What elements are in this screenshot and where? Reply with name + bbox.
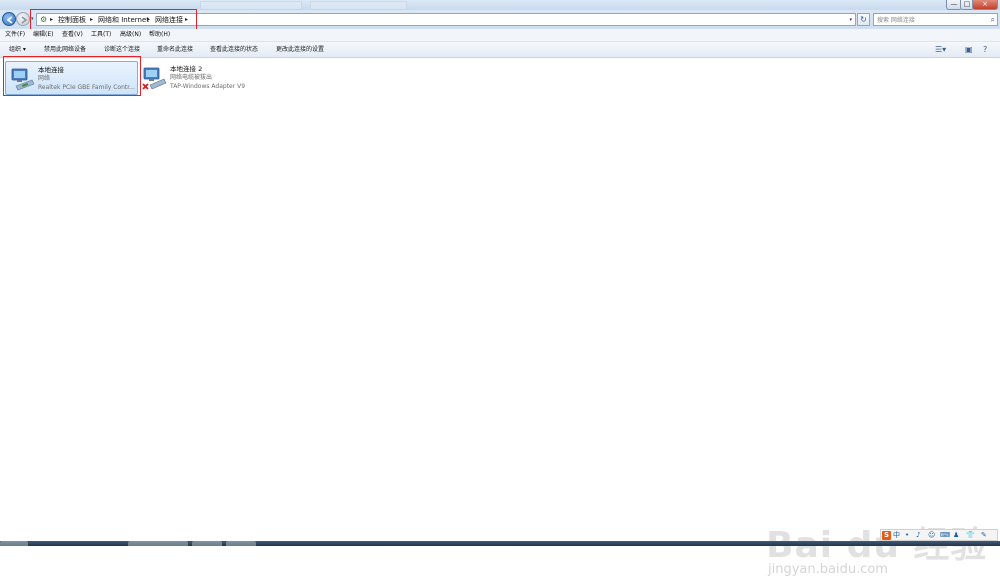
forward-button[interactable]	[16, 12, 30, 26]
help-icon[interactable]: ?	[983, 44, 987, 55]
breadcrumb-network-connections[interactable]: 网络连接	[155, 15, 183, 25]
search-input[interactable]	[874, 15, 982, 25]
breadcrumb-separator[interactable]: ▸	[50, 15, 53, 25]
rename-button[interactable]: 重命名此连接	[157, 45, 193, 54]
ime-chinese-mode[interactable]: 中	[893, 531, 900, 540]
menu-file[interactable]: 文件(F)	[5, 31, 25, 39]
taskbar	[0, 541, 1000, 546]
taskbar-button[interactable]	[128, 541, 188, 546]
breadcrumb-network-internet[interactable]: 网络和 Internet	[98, 15, 149, 25]
watermark-url: jingyan.baidu.com	[768, 562, 888, 577]
breadcrumb-separator[interactable]: ▸	[185, 15, 188, 25]
ime-skin-icon[interactable]: 👕	[966, 531, 975, 540]
connection-item-local[interactable]: 本地连接 网络 Realtek PCIe GBE Family Contr...	[5, 61, 138, 95]
preview-pane-icon[interactable]: ▣	[965, 44, 973, 55]
connection-name: 本地连接	[38, 66, 64, 74]
breadcrumb-separator[interactable]: ▸	[147, 15, 150, 25]
disable-device-button[interactable]: 禁用此网络设备	[44, 45, 86, 54]
recent-pages-dropdown[interactable]: ▾	[31, 16, 34, 22]
baidu-watermark: Bai du 经验 jingyan.baidu.com	[766, 510, 987, 585]
command-bar: 组织 ▾ 禁用此网络设备 诊断这个连接 重命名此连接 查看此连接的状态 更改此连…	[0, 42, 1000, 58]
ime-keyboard-icon[interactable]: ⌨	[940, 531, 950, 540]
connections-list: 本地连接 网络 Realtek PCIe GBE Family Contr...…	[0, 58, 1000, 577]
connection-device: Realtek PCIe GBE Family Contr...	[38, 84, 135, 91]
breadcrumb-control-panel[interactable]: 控制面板	[58, 15, 86, 25]
address-row: ▾ ⚙ ▸ 控制面板 ▸ 网络和 Internet ▸ 网络连接 ▸ ▾ ↻ ⌕	[0, 10, 1000, 29]
back-button[interactable]	[2, 12, 16, 26]
menu-edit[interactable]: 编辑(E)	[33, 31, 53, 39]
ime-punctuation-icon[interactable]: •	[905, 531, 909, 540]
diagnose-button[interactable]: 诊断这个连接	[104, 45, 140, 54]
connection-status: 网络	[38, 75, 51, 82]
change-settings-button[interactable]: 更改此连接的设置	[276, 45, 324, 54]
ime-tools-icon[interactable]: ✎	[981, 531, 987, 540]
background-window-tab	[200, 1, 302, 10]
arrow-left-icon	[6, 16, 13, 24]
control-panel-icon: ⚙	[40, 15, 48, 24]
connection-status: 网络电缆被拔出	[170, 74, 213, 81]
background-window-tab	[310, 1, 407, 10]
organize-button[interactable]: 组织 ▾	[9, 45, 26, 54]
view-status-button[interactable]: 查看此连接的状态	[210, 45, 258, 54]
ime-toolbar: S 中 • ♪ ☺ ⌨ ♟ 👕 ✎	[880, 529, 998, 541]
ime-emoji-icon[interactable]: ☺	[928, 531, 935, 540]
breadcrumb-separator[interactable]: ▸	[90, 15, 93, 25]
connection-device: TAP-Windows Adapter V9	[170, 83, 246, 90]
network-adapter-icon	[11, 68, 35, 91]
address-bar[interactable]: ⚙ ▸ 控制面板 ▸ 网络和 Internet ▸ 网络连接 ▸ ▾	[36, 13, 856, 26]
close-button[interactable]: ×	[972, 0, 998, 10]
start-button[interactable]	[0, 541, 28, 546]
address-dropdown-icon[interactable]: ▾	[849, 15, 852, 25]
title-bar: — □ ×	[0, 0, 1000, 10]
search-icon[interactable]: ⌕	[991, 15, 995, 25]
search-box[interactable]: ⌕	[873, 13, 998, 26]
menu-view[interactable]: 查看(V)	[62, 31, 83, 39]
taskbar-button[interactable]	[226, 541, 256, 546]
ime-voice-icon[interactable]: ♪	[916, 531, 920, 540]
menu-help[interactable]: 帮助(H)	[149, 31, 170, 39]
menu-bar: 文件(F) 编辑(E) 查看(V) 工具(T) 高级(N) 帮助(H)	[0, 29, 1000, 42]
view-options-icon[interactable]: ☰▾	[935, 44, 946, 55]
ime-user-icon[interactable]: ♟	[953, 531, 959, 540]
sogou-ime-icon[interactable]: S	[882, 531, 891, 540]
connection-name: 本地连接 2	[170, 65, 203, 73]
menu-advanced[interactable]: 高级(N)	[120, 31, 141, 39]
menu-tools[interactable]: 工具(T)	[91, 31, 111, 39]
taskbar-button[interactable]	[192, 541, 222, 546]
network-adapter-disconnected-icon	[142, 67, 167, 90]
refresh-button[interactable]: ↻	[857, 13, 870, 26]
connection-item-local-2[interactable]: 本地连接 2 网络电缆被拔出 TAP-Windows Adapter V9	[138, 61, 268, 95]
arrow-right-icon	[21, 16, 28, 24]
